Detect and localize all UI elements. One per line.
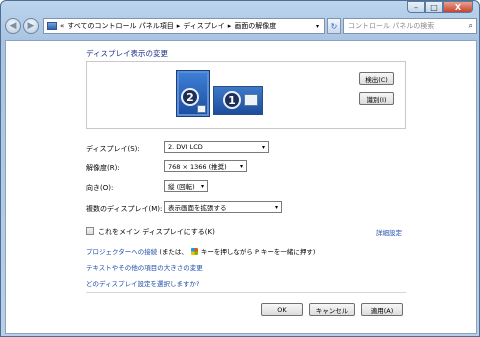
multiple-displays-select[interactable]: 表示画面を拡張する ▾ [164,201,282,213]
window: – □ X ◀ ▶ « すべてのコントロール パネル項目 ▸ ディスプレイ ▸ … [0,0,480,337]
display-select[interactable]: 2. DVI LCD ▾ [164,141,269,153]
address-bar[interactable]: « すべてのコントロール パネル項目 ▸ ディスプレイ ▸ 画面の解像度 ▾ [43,18,325,34]
resolution-select[interactable]: 768 × 1366 (推奨) ▾ [164,160,247,172]
resolution-select-value: 768 × 1366 (推奨) [168,163,227,171]
address-dropdown-icon[interactable]: ▾ [316,23,319,30]
monitor-1-number: 1 [223,91,241,109]
orientation-label: 向き(O): [86,184,114,192]
minimize-button[interactable]: – [407,1,425,13]
content-area: ディスプレイ表示の変更 2 1 検出(C) 識別(I) ディスプレイ(S): 2… [5,40,477,334]
advanced-settings-link[interactable]: 詳細設定 [376,227,402,237]
chevron-down-icon: ▾ [239,162,243,170]
apply-button[interactable]: 適用(A) [361,303,403,316]
projector-text-2: キーを押しながら P キーを一緒に押す) [200,248,316,256]
breadcrumb-all-items[interactable]: すべてのコントロール パネル項目 [67,21,173,31]
windows-logo-icon [190,248,198,255]
breadcrumb-display[interactable]: ディスプレイ [183,21,225,31]
monitor-2[interactable]: 2 [177,71,209,116]
projector-line: プロジェクターへの接続 (または、 キーを押しながら P キーを一緒に押す) [86,246,315,256]
identify-button[interactable]: 識別(I) [359,92,394,105]
cancel-button[interactable]: キャンセル [309,303,355,316]
close-button[interactable]: X [443,1,473,13]
page-title: ディスプレイ表示の変更 [86,49,168,58]
multiple-displays-label: 複数のディスプレイ(M): [86,205,163,213]
chevron-down-icon: ▾ [261,143,265,151]
monitor-2-window-icon [197,105,206,113]
multiple-displays-select-value: 表示画面を拡張する [168,204,227,212]
chevron-down-icon: ▾ [200,182,204,190]
control-panel-icon [47,22,57,30]
display-select-value: 2. DVI LCD [168,143,203,151]
monitor-1-window-icon [244,94,258,106]
monitor-2-number: 2 [181,88,199,106]
breadcrumb-separator-icon[interactable]: ▸ [177,22,181,30]
main-display-checkbox[interactable] [86,227,94,235]
divider [86,292,406,293]
projector-link[interactable]: プロジェクターへの接続 [86,248,157,256]
forward-button[interactable]: ▶ [23,18,39,34]
maximize-button[interactable]: □ [425,1,443,13]
main-display-checkbox-label[interactable]: これをメイン ディスプレイにする(K) [98,227,215,237]
text-size-link[interactable]: テキストやその他の項目の大きさの変更 [86,262,203,272]
monitor-1[interactable]: 1 [213,86,263,115]
display-label: ディスプレイ(S): [86,145,140,153]
breadcrumb-resolution[interactable]: 画面の解像度 [234,21,276,31]
search-placeholder: コントロール パネルの検索 [348,22,435,30]
back-button[interactable]: ◀ [5,18,21,34]
search-icon[interactable]: ⌕ [469,21,473,31]
resolution-label: 解像度(R): [86,164,120,172]
breadcrumb-overflow[interactable]: « [60,22,64,30]
orientation-select[interactable]: 縦 (回転) ▾ [164,180,208,192]
chevron-down-icon: ▾ [274,203,278,211]
detect-button[interactable]: 検出(C) [359,72,394,85]
monitor-arrangement-panel: 2 1 検出(C) 識別(I) [86,61,406,129]
which-settings-link[interactable]: どのディスプレイ設定を選択しますか? [86,278,200,288]
ok-button[interactable]: OK [261,303,303,316]
refresh-button[interactable]: ↻ [327,18,341,34]
orientation-select-value: 縦 (回転) [168,183,195,191]
projector-text-1: (または、 [159,248,188,256]
window-controls: – □ X [407,1,473,13]
navigation-bar: ◀ ▶ « すべてのコントロール パネル項目 ▸ ディスプレイ ▸ 画面の解像度… [5,16,477,36]
breadcrumb-separator-icon[interactable]: ▸ [228,22,232,30]
search-input[interactable]: コントロール パネルの検索 ⌕ [343,18,477,34]
